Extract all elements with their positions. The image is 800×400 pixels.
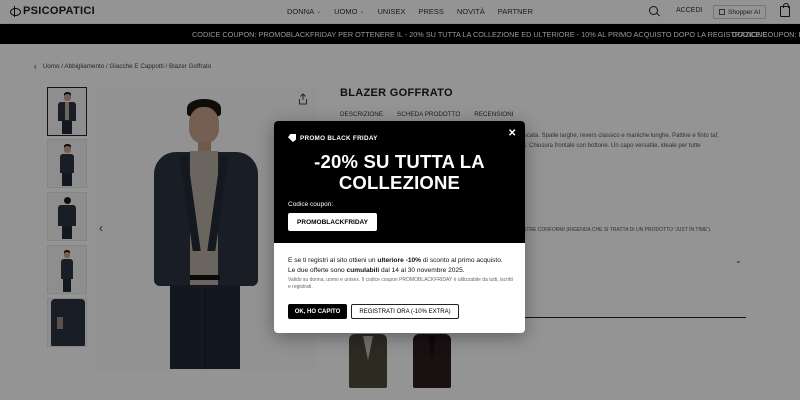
close-icon[interactable]: ✕ bbox=[508, 128, 516, 139]
promo-modal: PROMO BLACK FRIDAY ✕ -20% SU TUTTA LA CO… bbox=[274, 121, 525, 333]
ok-button[interactable]: OK, HO CAPITO bbox=[288, 304, 347, 319]
tag-icon bbox=[288, 134, 296, 142]
modal-header: PROMO BLACK FRIDAY ✕ -20% SU TUTTA LA CO… bbox=[274, 121, 525, 243]
promo-tag-label: PROMO BLACK FRIDAY bbox=[300, 134, 378, 142]
register-button[interactable]: REGISTRATI ORA (-10% EXTRA) bbox=[351, 304, 459, 319]
promo-tag: PROMO BLACK FRIDAY bbox=[288, 134, 378, 142]
coupon-code-box[interactable]: PROMOBLACKFRIDAY bbox=[288, 213, 377, 231]
promo-body-text: E se ti registri al sito ottieni un ulte… bbox=[288, 257, 503, 274]
headline-line-2: COLLEZIONE bbox=[338, 172, 461, 193]
promo-fine-print: Valido su donna, uomo e unisex. Il codic… bbox=[288, 277, 513, 290]
coupon-label: Codice coupon: bbox=[288, 201, 334, 208]
headline-line-1: -20% SU TUTTA LA bbox=[314, 151, 485, 172]
promo-headline: -20% SU TUTTA LA COLLEZIONE bbox=[274, 151, 525, 193]
